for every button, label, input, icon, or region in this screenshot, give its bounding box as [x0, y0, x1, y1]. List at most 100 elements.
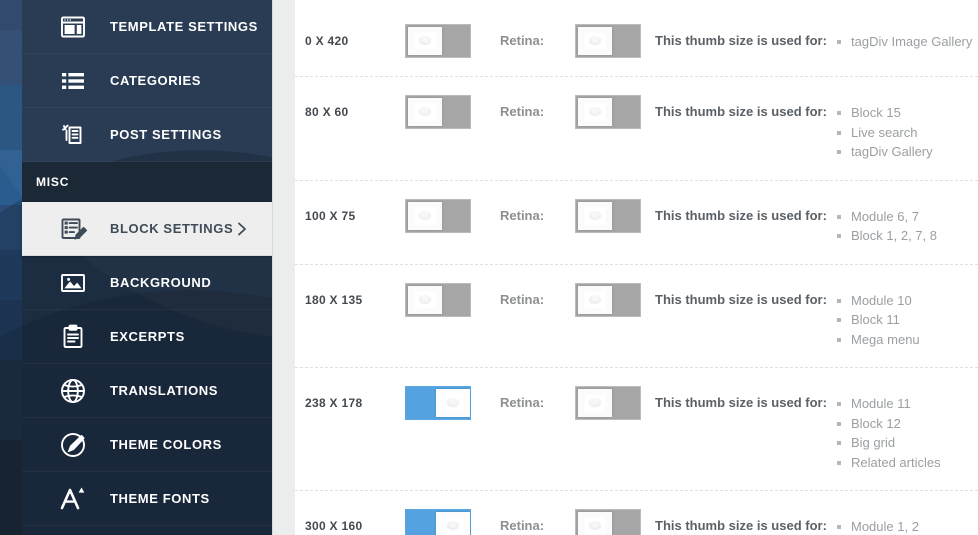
thumbnail-sizes-list: 0 X 420 Retina: This thumb size is used fo…: [295, 0, 978, 535]
retina-label: Retina:: [500, 291, 545, 307]
image-placeholder-icon: [408, 285, 442, 314]
image-placeholder-icon: [436, 389, 470, 417]
used-for-list: Module 11 Block 12 Big grid Related article…: [835, 386, 978, 472]
used-for-label: This thumb size is used for:: [655, 395, 827, 410]
thumbnail-size-label: 180 X 135: [305, 292, 363, 307]
sidebar-item-post-settings[interactable]: POST SETTINGS: [22, 108, 272, 162]
retina-toggle-cell: [575, 282, 655, 317]
sidebar-item-theme-fonts[interactable]: THEME FONTS: [22, 472, 272, 526]
retina-toggle-cell: [575, 198, 655, 233]
thumbnail-size-label: 238 X 178: [305, 396, 363, 410]
sidebar-item-template-settings[interactable]: TEMPLATE SETTINGS: [22, 0, 272, 54]
retina-toggle[interactable]: [575, 282, 641, 317]
retina-toggle[interactable]: [575, 24, 641, 58]
thumbnail-size-row: 238 X 178 Retina: This thumb size is used …: [295, 368, 978, 491]
sidebar-menu: TEMPLATE SETTINGS CATEGORIES POST SETTINGS…: [22, 0, 272, 535]
sidebar-item-background[interactable]: BACKGROUND: [22, 256, 272, 310]
used-for-item: Module 1, 2: [835, 517, 978, 535]
sidebar-item-theme-colors[interactable]: THEME COLORS: [22, 418, 272, 472]
chevron-right-icon[interactable]: [234, 221, 250, 237]
used-for-item: Block 11: [835, 310, 978, 330]
used-for-list: Module 6, 7 Block 1, 2, 7, 8: [835, 199, 978, 246]
retina-label: Retina:: [500, 104, 545, 119]
used-for-label: This thumb size is used for:: [655, 207, 827, 223]
sidebar-item-label: THEME COLORS: [110, 437, 222, 452]
template-window-icon: [58, 12, 88, 42]
sidebar-item-label: TEMPLATE SETTINGS: [110, 19, 258, 34]
used-for-items: Block 15 Live search tagDiv Gallery: [835, 103, 978, 162]
thumbnail-size-label: 100 X 75: [305, 208, 356, 223]
used-for-list: Module 10 Block 11 Mega menu: [835, 283, 978, 350]
sidebar-item-block-settings[interactable]: BLOCK SETTINGS: [22, 202, 272, 256]
used-for-label: This thumb size is used for:: [655, 33, 827, 48]
retina-toggle[interactable]: [575, 198, 641, 233]
retina-label: Retina:: [500, 395, 545, 410]
thumbnail-toggle-cell: [405, 24, 500, 58]
sidebar-item-label: CATEGORIES: [110, 73, 201, 88]
paintbrush-icon: [58, 430, 88, 460]
sidebar-item-label: BACKGROUND: [110, 275, 212, 290]
thumbnail-size-row: 80 X 60 Retina: This thumb size is used fo…: [295, 77, 978, 181]
image-placeholder-icon: [578, 201, 612, 230]
used-for-item: Related articles: [835, 453, 978, 473]
image-placeholder-icon: [578, 389, 612, 417]
used-for-items: Module 10 Block 11 Mega menu: [835, 291, 978, 350]
thumbnail-size-label: 300 X 160: [305, 519, 363, 533]
thumbnail-size-toggle[interactable]: [405, 198, 471, 233]
thumbnail-toggle-cell: [405, 509, 500, 535]
sidebar-section-label: MISC: [36, 175, 70, 189]
sidebar-section-misc: MISC: [22, 162, 272, 202]
sidebar-item-categories[interactable]: CATEGORIES: [22, 54, 272, 108]
used-for-items: Module 11 Block 12 Big grid Related article…: [835, 394, 978, 472]
clipboard-icon: [58, 322, 88, 352]
used-for-item: Block 12: [835, 414, 978, 434]
retina-toggle[interactable]: [575, 509, 641, 535]
used-for-label: This thumb size is used for:: [655, 518, 827, 533]
thumbnail-size-toggle[interactable]: [405, 386, 471, 420]
used-for-item: Block 15: [835, 103, 978, 123]
thumbnail-size-toggle[interactable]: [405, 282, 471, 317]
sidebar-item-label: EXCERPTS: [110, 329, 185, 344]
used-for-label: This thumb size is used for:: [655, 104, 827, 119]
retina-toggle[interactable]: [575, 95, 641, 129]
used-for-items: Module 1, 2Block 3, 4: [835, 517, 978, 535]
image-placeholder-icon: [408, 201, 442, 230]
used-for-items: Module 6, 7 Block 1, 2, 7, 8: [835, 207, 978, 246]
thumbnail-size-toggle[interactable]: [405, 95, 471, 129]
sidebar-item-label: POST SETTINGS: [110, 127, 222, 142]
image-placeholder-icon: [408, 98, 442, 126]
used-for-item: Module 6, 7: [835, 207, 978, 227]
used-for-item: Live search: [835, 123, 978, 143]
image-placeholder-icon: [436, 512, 470, 535]
retina-toggle-cell: [575, 386, 655, 420]
thumbnail-size-toggle[interactable]: [405, 509, 471, 535]
sidebar-item-label: TRANSLATIONS: [110, 383, 219, 398]
sidebar-item-excerpts[interactable]: EXCERPTS: [22, 310, 272, 364]
used-for-item: Block 1, 2, 7, 8: [835, 226, 978, 246]
thumbnail-size-row: 300 X 160 Retina: This thumb size is used …: [295, 491, 978, 535]
retina-toggle[interactable]: [575, 386, 641, 420]
sidebar-content-gap: [272, 0, 295, 535]
block-settings-icon: [58, 214, 88, 244]
sidebar-item-translations[interactable]: TRANSLATIONS: [22, 364, 272, 418]
thumbnail-size-row: 180 X 135 Retina: This thumb size is used …: [295, 265, 978, 368]
retina-toggle-cell: [575, 509, 655, 535]
thumbnail-size-row: 100 X 75 Retina: This thumb size is used f…: [295, 181, 978, 265]
used-for-list: Block 15 Live search tagDiv Gallery: [835, 95, 978, 162]
used-for-items: tagDiv Image Gallery: [835, 32, 978, 52]
font-size-icon: [58, 484, 88, 514]
thumbnail-size-label: 0 X 420: [305, 34, 349, 48]
thumbnail-size-toggle[interactable]: [405, 24, 471, 58]
sidebar-rail: [0, 0, 22, 535]
image-placeholder-icon: [578, 98, 612, 126]
thumbnail-toggle-cell: [405, 386, 500, 420]
image-placeholder-icon: [578, 285, 612, 314]
pages-icon: [58, 120, 88, 150]
used-for-list: Module 1, 2Block 3, 4: [835, 509, 978, 535]
image-icon: [58, 268, 88, 298]
list-icon: [58, 66, 88, 96]
used-for-item: Mega menu: [835, 330, 978, 350]
used-for-item: Module 10: [835, 291, 978, 311]
used-for-item: tagDiv Image Gallery: [835, 32, 978, 52]
used-for-item: Module 11: [835, 394, 978, 414]
